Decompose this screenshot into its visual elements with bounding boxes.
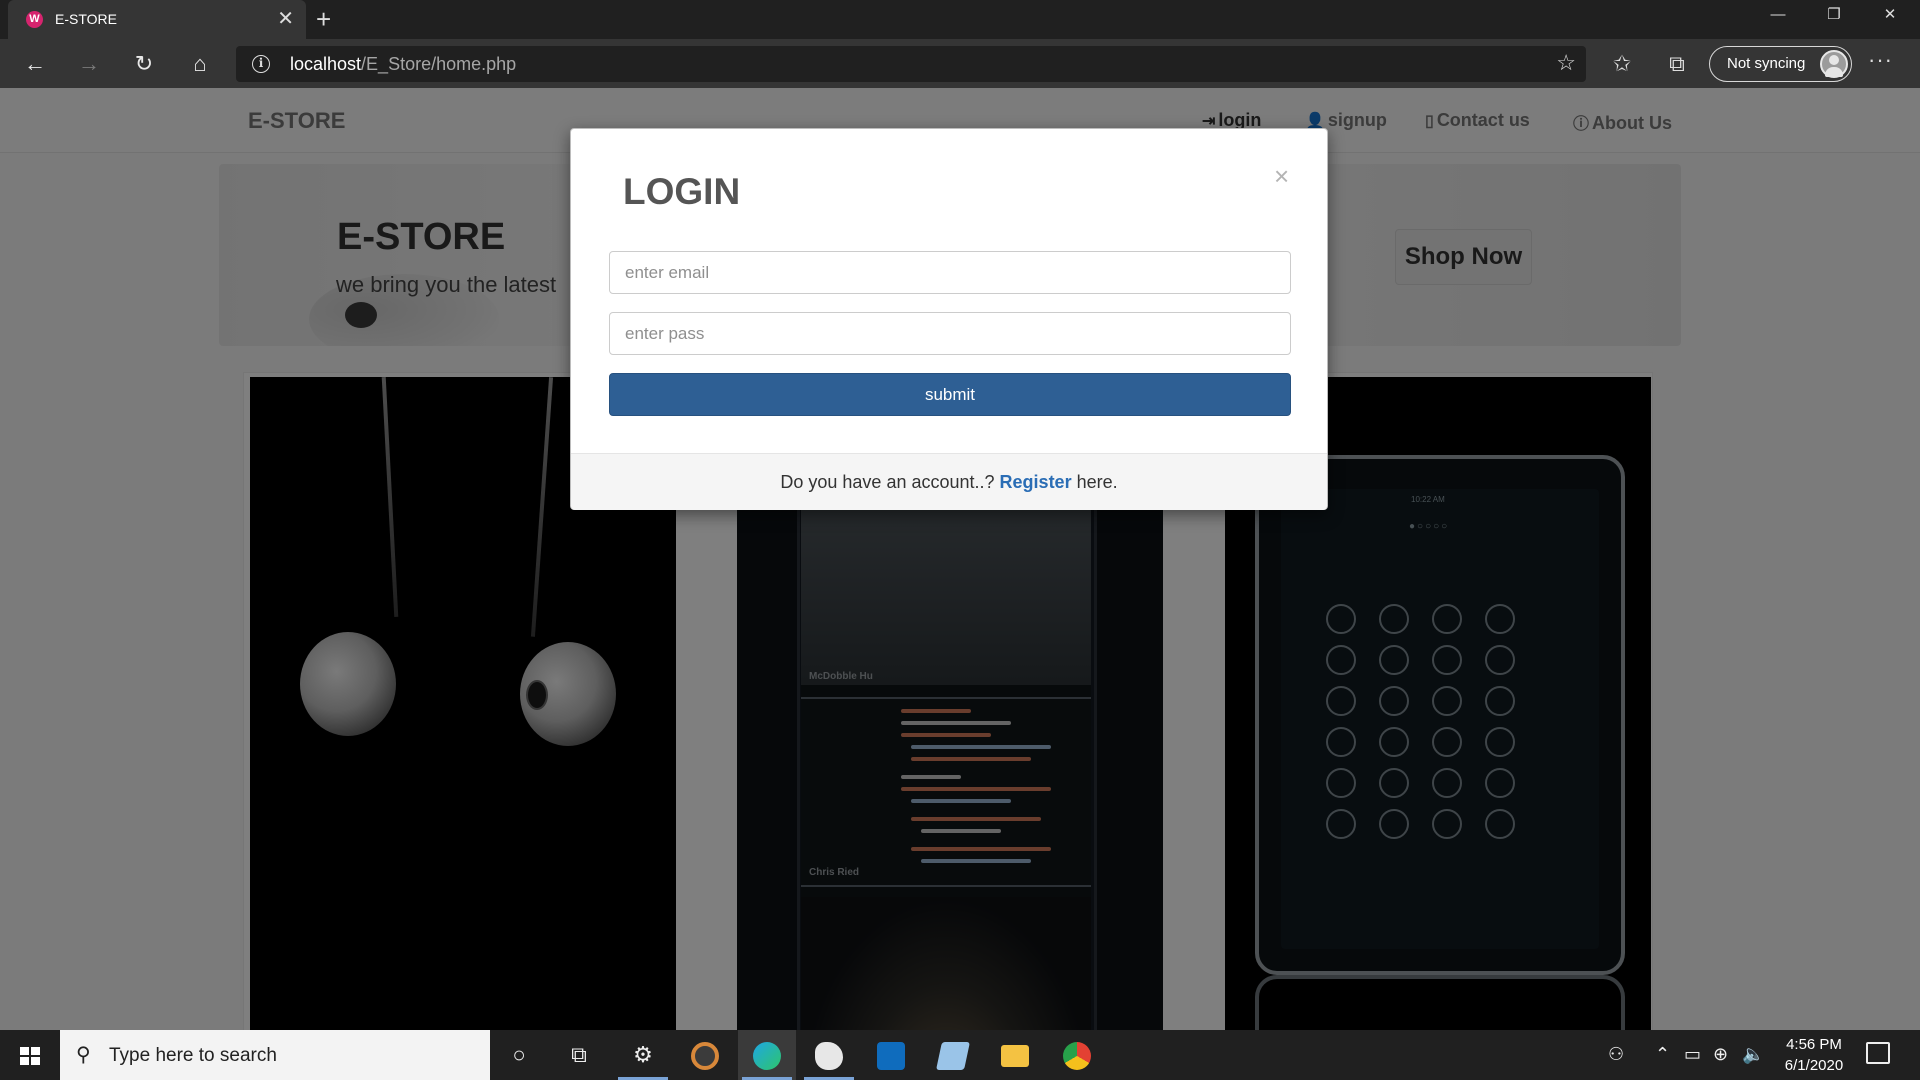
taskbar-search[interactable]: ⚲ Type here to search: [60, 1030, 490, 1080]
register-link[interactable]: Register: [1000, 472, 1072, 492]
clock-time: 4:56 PM: [1786, 1036, 1842, 1053]
minimize-icon[interactable]: —: [1750, 0, 1806, 32]
volume-icon[interactable]: 🔈: [1742, 1044, 1764, 1065]
media-app-icon[interactable]: [676, 1030, 734, 1080]
url-host: localhost: [290, 54, 362, 74]
back-arrow-icon[interactable]: ←: [18, 47, 52, 81]
sync-label: Not syncing: [1727, 55, 1806, 72]
paint-icon[interactable]: [800, 1030, 858, 1080]
windows-logo-icon: [20, 1047, 40, 1065]
browser-toolbar: ← → ↻ ⌂ i localhost/E_Store/home.php ☆ ✩…: [0, 39, 1920, 88]
modal-footer: Do you have an account..? Register here.: [571, 453, 1327, 510]
edge-icon[interactable]: [738, 1030, 796, 1080]
site-info-icon[interactable]: i: [252, 55, 270, 73]
restore-icon[interactable]: ❐: [1806, 0, 1862, 32]
favorites-icon[interactable]: ✩: [1606, 49, 1638, 79]
edu-app-icon[interactable]: [924, 1030, 982, 1080]
new-tab-icon[interactable]: +: [316, 4, 331, 34]
favorite-star-icon[interactable]: ☆: [1556, 50, 1576, 76]
tab-title: E-STORE: [55, 11, 117, 27]
url-text[interactable]: localhost/E_Store/home.php: [290, 54, 516, 75]
taskbar-clock[interactable]: 4:56 PM 6/1/2020: [1772, 1034, 1856, 1076]
email-field[interactable]: [609, 251, 1291, 294]
home-icon[interactable]: ⌂: [183, 47, 217, 81]
login-modal: LOGIN × submit Do you have an account..?…: [570, 128, 1328, 510]
footer-prefix: Do you have an account..?: [780, 472, 995, 492]
search-placeholder: Type here to search: [109, 1045, 277, 1066]
footer-suffix: here.: [1076, 472, 1118, 492]
file-explorer-icon[interactable]: [986, 1030, 1044, 1080]
people-icon[interactable]: ⚇: [1608, 1044, 1624, 1065]
tab-close-icon[interactable]: ✕: [277, 7, 294, 31]
address-bar[interactable]: i localhost/E_Store/home.php ☆: [236, 46, 1586, 82]
clock-date: 6/1/2020: [1784, 1057, 1844, 1074]
task-view-icon[interactable]: ⧉: [550, 1030, 608, 1080]
collections-icon[interactable]: ⧉: [1661, 49, 1693, 79]
close-icon[interactable]: ×: [1274, 163, 1289, 189]
battery-icon[interactable]: ▭: [1684, 1044, 1701, 1065]
tab-favicon-icon: W: [26, 11, 43, 28]
password-field[interactable]: [609, 312, 1291, 355]
start-button[interactable]: [0, 1030, 60, 1080]
browser-tab-bar: W E-STORE ✕ + — ❐ ✕: [0, 0, 1920, 39]
show-hidden-icons-icon[interactable]: ⌃: [1655, 1044, 1670, 1065]
refresh-icon[interactable]: ↻: [127, 47, 161, 81]
avatar: [1820, 50, 1848, 78]
browser-tab[interactable]: W E-STORE ✕: [8, 0, 306, 39]
notification-center-icon[interactable]: [1866, 1042, 1890, 1064]
window-close-icon[interactable]: ✕: [1862, 0, 1918, 32]
modal-title: LOGIN: [623, 171, 741, 212]
submit-button[interactable]: submit: [609, 373, 1291, 416]
cortana-icon[interactable]: ○: [490, 1030, 548, 1080]
more-options-icon[interactable]: ···: [1868, 47, 1893, 73]
taskbar: ⚲ Type here to search ○ ⧉ ⚙ ⚇ ⌃ ▭ ⊕ 🔈 4:…: [0, 1030, 1920, 1080]
outlook-icon[interactable]: [862, 1030, 920, 1080]
profile-sync-button[interactable]: Not syncing: [1709, 46, 1852, 82]
settings-icon[interactable]: ⚙: [614, 1030, 672, 1080]
network-icon[interactable]: ⊕: [1713, 1044, 1728, 1065]
search-icon: ⚲: [76, 1044, 91, 1066]
forward-arrow-icon[interactable]: →: [72, 47, 106, 81]
page-viewport: E-STORE ⇥login 👤signup ▯Contact us ⓘAbou…: [0, 88, 1920, 1030]
chrome-icon[interactable]: [1048, 1030, 1106, 1080]
url-path: /E_Store/home.php: [361, 54, 517, 74]
